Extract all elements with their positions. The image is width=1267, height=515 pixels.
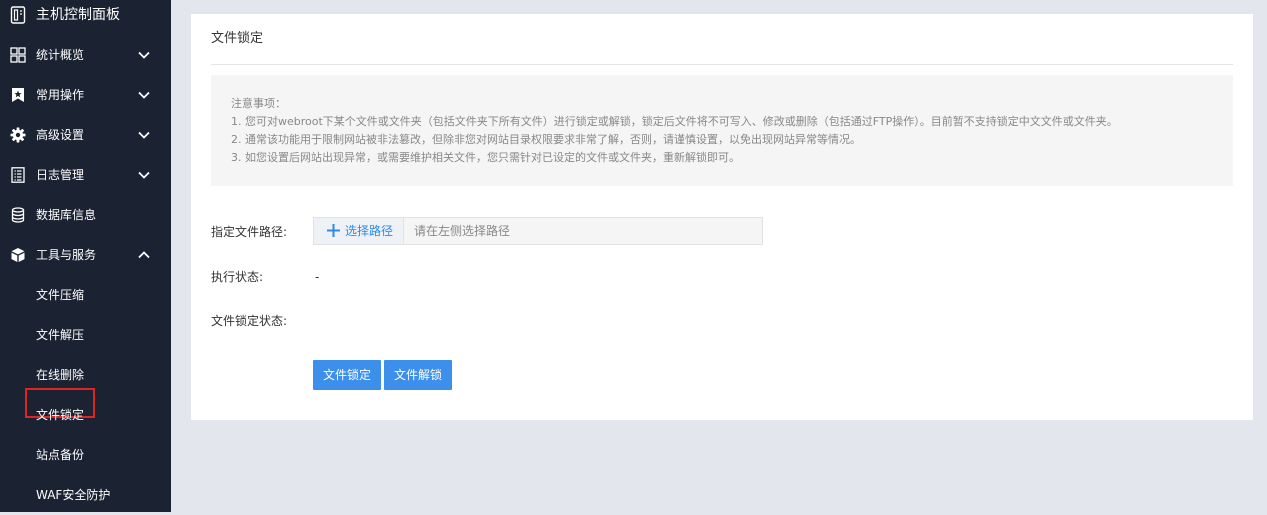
sidebar-item-label: 数据库信息 bbox=[36, 208, 97, 222]
select-path-label: 选择路径 bbox=[345, 224, 394, 238]
notice-line: 2. 通常该功能用于限制网站被非法篡改，但除非您对网站目录权限要求非常了解，否则… bbox=[231, 133, 861, 146]
sidebar-subitem-file-lock[interactable]: 文件锁定 bbox=[0, 388, 171, 435]
sidebar-item-label: 工具与服务 bbox=[36, 248, 97, 262]
bookmark-star-icon bbox=[12, 88, 24, 102]
sidebar-subitem-label: 在线删除 bbox=[36, 368, 85, 382]
path-label: 指定文件路径: bbox=[211, 225, 288, 239]
log-list-icon bbox=[11, 167, 25, 183]
control-panel-icon bbox=[10, 6, 26, 24]
plus-icon bbox=[327, 224, 340, 237]
sidebar-item-overview[interactable]: 统计概览 bbox=[0, 35, 171, 75]
sidebar-subitem-label: 站点备份 bbox=[36, 448, 85, 462]
sidebar-subitem-file-extract[interactable]: 文件解压 bbox=[0, 315, 171, 355]
sidebar-item-log-management[interactable]: 日志管理 bbox=[0, 155, 171, 195]
sidebar-item-label: 常用操作 bbox=[36, 88, 85, 102]
gear-icon bbox=[10, 127, 26, 143]
sidebar-item-label: 高级设置 bbox=[36, 128, 85, 142]
chevron-down-icon bbox=[138, 171, 150, 179]
chevron-up-icon bbox=[138, 251, 150, 259]
box-icon bbox=[11, 248, 25, 262]
sidebar-title: 主机控制面板 bbox=[36, 7, 120, 23]
sidebar-item-database-info[interactable]: 数据库信息 bbox=[0, 195, 171, 235]
lock-status-label: 文件锁定状态: bbox=[211, 314, 288, 328]
sidebar-subitem-file-compress[interactable]: 文件压缩 bbox=[0, 275, 171, 315]
unlock-button[interactable]: 文件解锁 bbox=[384, 360, 452, 390]
grid-icon bbox=[10, 47, 26, 63]
chevron-down-icon bbox=[138, 91, 150, 99]
sidebar: 主机控制面板 统计概览 常用操作 高级设置 日志管理 数据库信息 工具与服务 文… bbox=[0, 0, 171, 512]
sidebar-subitem-label: 文件锁定 bbox=[36, 408, 85, 422]
sidebar-subitem-label: 文件压缩 bbox=[36, 288, 85, 302]
sidebar-subitem-label: WAF安全防护 bbox=[36, 488, 111, 502]
sidebar-item-label: 统计概览 bbox=[36, 48, 85, 62]
sidebar-subitem-label: 文件解压 bbox=[36, 328, 85, 342]
notice-line: 3. 如您设置后网站出现异常，或需要维护相关文件，您只需针对已设定的文件或文件夹… bbox=[231, 151, 740, 164]
path-input[interactable] bbox=[404, 218, 762, 244]
sidebar-item-label: 日志管理 bbox=[36, 168, 85, 182]
path-selector: 选择路径 bbox=[313, 217, 763, 245]
notice-line: 1. 您可对webroot下某个文件或文件夹（包括文件夹下所有文件）进行锁定或解… bbox=[231, 115, 1118, 128]
lock-button[interactable]: 文件锁定 bbox=[313, 360, 381, 390]
sidebar-header: 主机控制面板 bbox=[0, 0, 171, 32]
sidebar-item-tools-services[interactable]: 工具与服务 bbox=[0, 235, 171, 275]
sidebar-subitem-site-backup[interactable]: 站点备份 bbox=[0, 435, 171, 475]
page-title: 文件锁定 bbox=[211, 31, 264, 46]
select-path-button[interactable]: 选择路径 bbox=[314, 218, 404, 244]
sidebar-subitem-waf[interactable]: WAF安全防护 bbox=[0, 475, 171, 515]
exec-status-label: 执行状态: bbox=[211, 270, 264, 284]
content-panel: 文件锁定 注意事项： 1. 您可对webroot下某个文件或文件夹（包括文件夹下… bbox=[191, 14, 1253, 420]
chevron-down-icon bbox=[138, 131, 150, 139]
sidebar-item-advanced-settings[interactable]: 高级设置 bbox=[0, 115, 171, 155]
sidebar-item-common-ops[interactable]: 常用操作 bbox=[0, 75, 171, 115]
chevron-down-icon bbox=[138, 51, 150, 59]
notice-heading: 注意事项： bbox=[231, 97, 286, 110]
notice-box: 注意事项： 1. 您可对webroot下某个文件或文件夹（包括文件夹下所有文件）… bbox=[211, 75, 1233, 186]
database-icon bbox=[11, 207, 25, 223]
exec-status-value: - bbox=[315, 270, 320, 284]
title-divider bbox=[211, 64, 1233, 65]
